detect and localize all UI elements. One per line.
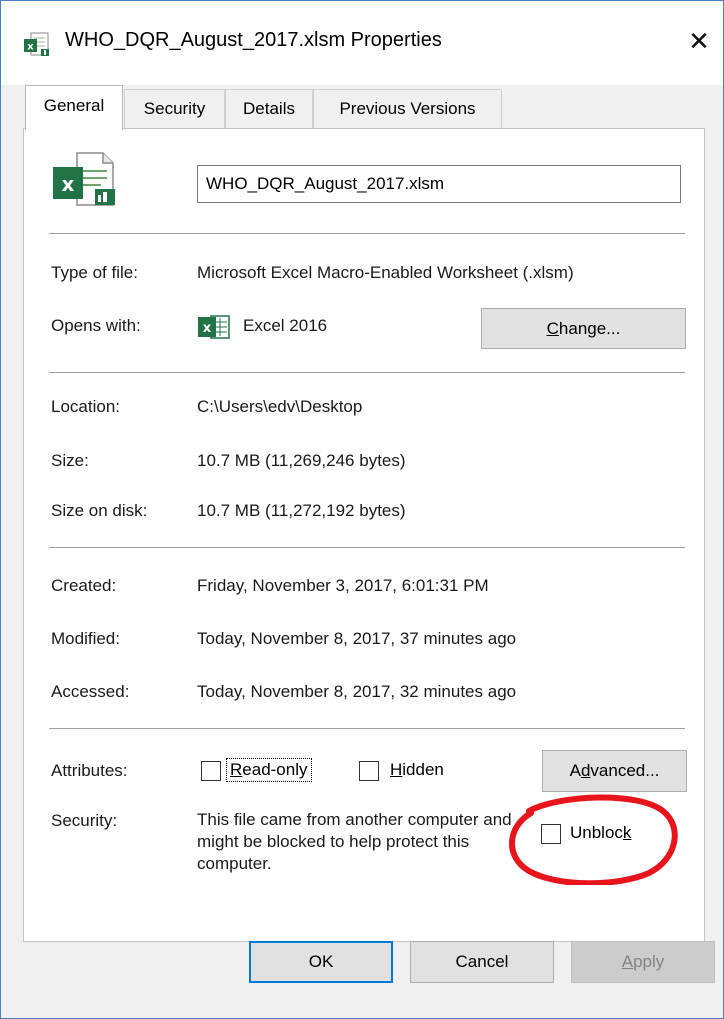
modified-label: Modified: — [51, 629, 120, 648]
accessed-label: Accessed: — [51, 682, 130, 701]
unblock-checkbox[interactable] — [541, 824, 561, 844]
svg-text:x: x — [203, 321, 212, 336]
size-label: Size: — [51, 451, 89, 470]
size-on-disk-value: 10.7 MB (11,272,192 bytes) — [197, 501, 406, 520]
type-of-file-value: Microsoft Excel Macro-Enabled Worksheet … — [197, 263, 574, 282]
read-only-label[interactable]: Read-only — [226, 758, 312, 782]
tab-previous-versions[interactable]: Previous Versions — [313, 89, 502, 128]
svg-text:x: x — [62, 172, 75, 196]
unblock-label[interactable]: Unblock — [570, 823, 631, 843]
separator — [49, 728, 685, 729]
close-button[interactable]: ✕ — [683, 23, 715, 59]
separator — [49, 372, 685, 373]
hidden-label[interactable]: Hidden — [390, 760, 444, 780]
read-only-checkbox[interactable] — [201, 761, 221, 781]
security-label: Security: — [51, 811, 118, 830]
window-title: WHO_DQR_August_2017.xlsm Properties — [65, 29, 442, 51]
advanced-button[interactable]: Advanced... — [542, 750, 687, 792]
tab-general[interactable]: General — [25, 85, 123, 130]
tab-security[interactable]: Security — [124, 89, 225, 128]
modified-value: Today, November 8, 2017, 37 minutes ago — [197, 629, 517, 648]
excel-file-icon: x — [53, 152, 115, 206]
tab-details[interactable]: Details — [225, 89, 313, 128]
accessed-value: Today, November 8, 2017, 32 minutes ago — [197, 682, 517, 701]
title-bar: x WHO_DQR_August_2017.xlsm Properties ✕ — [1, 1, 723, 85]
opens-with-label: Opens with: — [51, 316, 141, 335]
svg-text:x: x — [27, 42, 34, 53]
opens-with-value: Excel 2016 — [243, 316, 328, 335]
location-label: Location: — [51, 397, 120, 416]
excel-app-icon: x — [198, 315, 230, 339]
change-button[interactable]: Change... — [481, 308, 686, 349]
ok-button[interactable]: OK — [249, 941, 393, 983]
created-label: Created: — [51, 576, 117, 595]
type-of-file-label: Type of file: — [51, 263, 138, 282]
separator — [49, 547, 685, 548]
hidden-checkbox[interactable] — [359, 761, 379, 781]
separator — [49, 233, 685, 234]
size-on-disk-label: Size on disk: — [51, 501, 148, 520]
file-name-input[interactable] — [197, 165, 681, 203]
attributes-label: Attributes: — [51, 761, 128, 780]
created-value: Friday, November 3, 2017, 6:01:31 PM — [197, 576, 489, 595]
excel-file-icon: x — [24, 32, 49, 56]
security-message: This file came from another computer and… — [197, 810, 512, 873]
apply-button[interactable]: Apply — [571, 941, 715, 983]
cancel-button[interactable]: Cancel — [410, 941, 554, 983]
properties-dialog: x WHO_DQR_August_2017.xlsm Properties ✕ … — [0, 0, 724, 1019]
size-value: 10.7 MB (11,269,246 bytes) — [197, 451, 406, 470]
close-icon: ✕ — [688, 26, 710, 56]
location-value: C:\Users\edv\Desktop — [197, 397, 363, 416]
